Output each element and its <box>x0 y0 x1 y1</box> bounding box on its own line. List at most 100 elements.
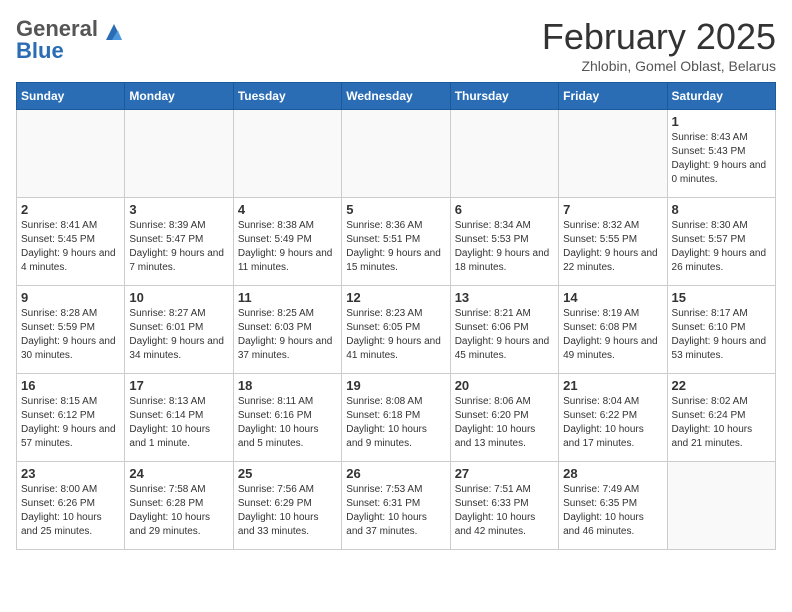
day-info: Sunrise: 8:08 AMSunset: 6:18 PMDaylight:… <box>346 395 445 451</box>
table-row: 22 Sunrise: 8:02 AMSunset: 6:24 PMDayligh… <box>667 374 775 462</box>
day-info: Sunrise: 8:41 AMSunset: 5:45 PMDaylight:… <box>21 219 120 275</box>
day-number: 4 <box>238 202 337 217</box>
day-info: Sunrise: 7:56 AMSunset: 6:29 PMDaylight:… <box>238 483 337 539</box>
day-number: 12 <box>346 290 445 305</box>
logo-general: General <box>16 16 98 41</box>
day-info: Sunrise: 7:51 AMSunset: 6:33 PMDaylight:… <box>455 483 554 539</box>
table-row: 3 Sunrise: 8:39 AMSunset: 5:47 PMDaylight… <box>125 198 233 286</box>
table-row <box>667 462 775 550</box>
table-row <box>17 110 125 198</box>
table-row <box>559 110 667 198</box>
day-number: 24 <box>129 466 228 481</box>
month-title: February 2025 <box>542 16 776 58</box>
day-number: 2 <box>21 202 120 217</box>
calendar-table: Sunday Monday Tuesday Wednesday Thursday… <box>16 82 776 550</box>
calendar-week-row: 9Sunrise: 8:28 AMSunset: 5:59 PMDaylight… <box>17 286 776 374</box>
table-row: 5 Sunrise: 8:36 AMSunset: 5:51 PMDaylight… <box>342 198 450 286</box>
day-number: 25 <box>238 466 337 481</box>
col-monday: Monday <box>125 83 233 110</box>
day-info: Sunrise: 8:43 AMSunset: 5:43 PMDaylight:… <box>672 131 771 187</box>
table-row: 18 Sunrise: 8:11 AMSunset: 6:16 PMDayligh… <box>233 374 341 462</box>
table-row: 11 Sunrise: 8:25 AMSunset: 6:03 PMDayligh… <box>233 286 341 374</box>
table-row: 21 Sunrise: 8:04 AMSunset: 6:22 PMDayligh… <box>559 374 667 462</box>
table-row: 6Sunrise: 8:34 AMSunset: 5:53 PMDaylight… <box>450 198 558 286</box>
col-sunday: Sunday <box>17 83 125 110</box>
col-saturday: Saturday <box>667 83 775 110</box>
table-row: 12 Sunrise: 8:23 AMSunset: 6:05 PMDayligh… <box>342 286 450 374</box>
day-info: Sunrise: 8:13 AMSunset: 6:14 PMDaylight:… <box>129 395 228 451</box>
day-info: Sunrise: 8:39 AMSunset: 5:47 PMDaylight:… <box>129 219 228 275</box>
day-number: 5 <box>346 202 445 217</box>
table-row <box>233 110 341 198</box>
logo: General Blue <box>16 16 124 64</box>
table-row: 27 Sunrise: 7:51 AMSunset: 6:33 PMDayligh… <box>450 462 558 550</box>
day-info: Sunrise: 8:28 AMSunset: 5:59 PMDaylight:… <box>21 307 120 363</box>
table-row: 28 Sunrise: 7:49 AMSunset: 6:35 PMDayligh… <box>559 462 667 550</box>
table-row: 15 Sunrise: 8:17 AMSunset: 6:10 PMDayligh… <box>667 286 775 374</box>
day-info: Sunrise: 8:17 AMSunset: 6:10 PMDaylight:… <box>672 307 771 363</box>
table-row: 1 Sunrise: 8:43 AMSunset: 5:43 PMDaylight… <box>667 110 775 198</box>
table-row: 10 Sunrise: 8:27 AMSunset: 6:01 PMDayligh… <box>125 286 233 374</box>
table-row: 19Sunrise: 8:08 AMSunset: 6:18 PMDayligh… <box>342 374 450 462</box>
day-info: Sunrise: 8:11 AMSunset: 6:16 PMDaylight:… <box>238 395 337 451</box>
table-row: 13Sunrise: 8:21 AMSunset: 6:06 PMDayligh… <box>450 286 558 374</box>
calendar-week-row: 2 Sunrise: 8:41 AMSunset: 5:45 PMDaylight… <box>17 198 776 286</box>
table-row: 25 Sunrise: 7:56 AMSunset: 6:29 PMDayligh… <box>233 462 341 550</box>
day-number: 28 <box>563 466 662 481</box>
logo-icon <box>104 22 124 42</box>
day-number: 21 <box>563 378 662 393</box>
day-number: 3 <box>129 202 228 217</box>
day-info: Sunrise: 8:36 AMSunset: 5:51 PMDaylight:… <box>346 219 445 275</box>
day-number: 22 <box>672 378 771 393</box>
day-number: 18 <box>238 378 337 393</box>
day-info: Sunrise: 8:27 AMSunset: 6:01 PMDaylight:… <box>129 307 228 363</box>
day-number: 15 <box>672 290 771 305</box>
day-number: 14 <box>563 290 662 305</box>
day-info: Sunrise: 8:38 AMSunset: 5:49 PMDaylight:… <box>238 219 337 275</box>
day-info: Sunrise: 8:15 AMSunset: 6:12 PMDaylight:… <box>21 395 120 451</box>
table-row: 26Sunrise: 7:53 AMSunset: 6:31 PMDayligh… <box>342 462 450 550</box>
day-number: 1 <box>672 114 771 129</box>
day-info: Sunrise: 8:04 AMSunset: 6:22 PMDaylight:… <box>563 395 662 451</box>
day-number: 13 <box>455 290 554 305</box>
day-info: Sunrise: 8:02 AMSunset: 6:24 PMDaylight:… <box>672 395 771 451</box>
table-row: 4 Sunrise: 8:38 AMSunset: 5:49 PMDaylight… <box>233 198 341 286</box>
day-number: 7 <box>563 202 662 217</box>
day-info: Sunrise: 7:49 AMSunset: 6:35 PMDaylight:… <box>563 483 662 539</box>
day-info: Sunrise: 8:23 AMSunset: 6:05 PMDaylight:… <box>346 307 445 363</box>
page-header: General Blue February 2025 Zhlobin, Gome… <box>16 16 776 74</box>
day-number: 16 <box>21 378 120 393</box>
calendar-week-row: 1 Sunrise: 8:43 AMSunset: 5:43 PMDaylight… <box>17 110 776 198</box>
day-number: 10 <box>129 290 228 305</box>
location-subtitle: Zhlobin, Gomel Oblast, Belarus <box>542 58 776 74</box>
day-info: Sunrise: 8:19 AMSunset: 6:08 PMDaylight:… <box>563 307 662 363</box>
day-number: 17 <box>129 378 228 393</box>
day-info: Sunrise: 8:30 AMSunset: 5:57 PMDaylight:… <box>672 219 771 275</box>
table-row <box>125 110 233 198</box>
day-info: Sunrise: 8:34 AMSunset: 5:53 PMDaylight:… <box>455 219 554 275</box>
day-info: Sunrise: 8:25 AMSunset: 6:03 PMDaylight:… <box>238 307 337 363</box>
day-info: Sunrise: 8:00 AMSunset: 6:26 PMDaylight:… <box>21 483 120 539</box>
day-number: 20 <box>455 378 554 393</box>
table-row: 7 Sunrise: 8:32 AMSunset: 5:55 PMDaylight… <box>559 198 667 286</box>
day-number: 23 <box>21 466 120 481</box>
day-number: 8 <box>672 202 771 217</box>
day-info: Sunrise: 7:58 AMSunset: 6:28 PMDaylight:… <box>129 483 228 539</box>
calendar-week-row: 16 Sunrise: 8:15 AMSunset: 6:12 PMDayligh… <box>17 374 776 462</box>
day-number: 27 <box>455 466 554 481</box>
calendar-header-row: Sunday Monday Tuesday Wednesday Thursday… <box>17 83 776 110</box>
table-row: 2 Sunrise: 8:41 AMSunset: 5:45 PMDaylight… <box>17 198 125 286</box>
table-row: 14 Sunrise: 8:19 AMSunset: 6:08 PMDayligh… <box>559 286 667 374</box>
table-row: 17 Sunrise: 8:13 AMSunset: 6:14 PMDayligh… <box>125 374 233 462</box>
table-row <box>342 110 450 198</box>
col-thursday: Thursday <box>450 83 558 110</box>
day-info: Sunrise: 8:32 AMSunset: 5:55 PMDaylight:… <box>563 219 662 275</box>
table-row: 16 Sunrise: 8:15 AMSunset: 6:12 PMDayligh… <box>17 374 125 462</box>
table-row: 8 Sunrise: 8:30 AMSunset: 5:57 PMDaylight… <box>667 198 775 286</box>
col-friday: Friday <box>559 83 667 110</box>
calendar-week-row: 23 Sunrise: 8:00 AMSunset: 6:26 PMDayligh… <box>17 462 776 550</box>
table-row: 24 Sunrise: 7:58 AMSunset: 6:28 PMDayligh… <box>125 462 233 550</box>
day-number: 11 <box>238 290 337 305</box>
col-wednesday: Wednesday <box>342 83 450 110</box>
day-number: 26 <box>346 466 445 481</box>
